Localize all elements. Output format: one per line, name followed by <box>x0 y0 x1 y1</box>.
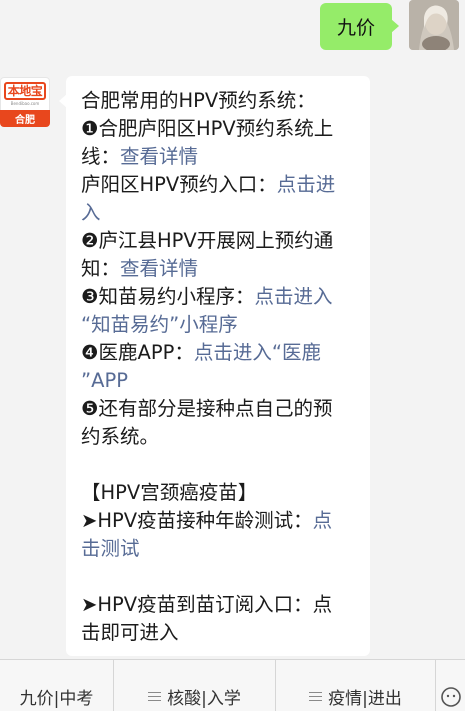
message-line: “知苗易约”小程序 <box>81 311 359 339</box>
message-line: ➤HPV疫苗到苗订阅入口：点 <box>81 591 359 619</box>
bot-message-bubble: 合肥常用的HPV预约系统： ❶合肥庐阳区HPV预约系统上 线：查看详情 庐阳区HPV预… <box>59 76 370 656</box>
message-text: ➤HPV疫苗到苗订阅入口：点 <box>81 593 333 616</box>
menu-item-hpv-exam[interactable]: 九价|中考 <box>0 660 114 711</box>
bot-avatar[interactable]: 本地宝 Bendibao.com 合肥 <box>0 77 50 127</box>
message-link[interactable]: 查看详情 <box>120 145 198 168</box>
message-link[interactable]: “知苗易约”小程序 <box>81 313 238 336</box>
message-text: 知： <box>81 257 121 280</box>
message-text: ❷庐江县HPV开展网上预约通 <box>81 229 334 252</box>
message-link[interactable]: ”APP <box>81 369 128 392</box>
message-line: 击即可进入 <box>81 619 359 647</box>
message-link[interactable]: 点击进入“医鹿 <box>194 341 321 364</box>
message-line: 线：查看详情 <box>81 143 359 171</box>
message-link[interactable]: 点击进入 <box>254 285 332 308</box>
logo-text: 本地宝 <box>3 81 47 100</box>
message-line: 入 <box>81 199 359 227</box>
menu-item-label: 核酸|入学 <box>167 689 241 709</box>
message-line: ❺还有部分是接种点自己的预 <box>81 395 359 423</box>
message-line: 【HPV宫颈癌疫苗】 <box>81 479 359 507</box>
message-text: ➤HPV疫苗接种年龄测试： <box>81 509 313 532</box>
message-text: 线： <box>81 145 121 168</box>
message-line: ➤HPV疫苗接种年龄测试：点 <box>81 507 359 535</box>
user-avatar[interactable] <box>409 0 459 50</box>
menu-item-epidemic-travel[interactable]: 疫情|进出 <box>276 660 436 711</box>
user-message-bubble: 九价 <box>320 3 399 50</box>
message-text: ❸知苗易约小程序： <box>81 285 255 308</box>
message-link[interactable]: 点 <box>313 509 333 532</box>
message-line: ”APP <box>81 367 359 395</box>
city-label: 合肥 <box>0 110 50 127</box>
user-message-text: 九价 <box>336 17 375 39</box>
menu-list-icon <box>309 691 323 702</box>
menu-more-button[interactable] <box>436 660 465 711</box>
message-link[interactable]: 入 <box>81 201 101 224</box>
message-text: ❶合肥庐阳区HPV预约系统上 <box>81 117 334 140</box>
logo-url: Bendibao.com <box>10 100 40 106</box>
message-line: 庐阳区HPV预约入口：点击进 <box>81 171 359 199</box>
message-line: ❷庐江县HPV开展网上预约通 <box>81 227 359 255</box>
message-line: 合肥常用的HPV预约系统： <box>81 87 359 115</box>
message-line: ❶合肥庐阳区HPV预约系统上 <box>81 115 359 143</box>
message-link[interactable]: 击测试 <box>81 537 140 560</box>
menu-item-label: 疫情|进出 <box>328 689 402 709</box>
bendibao-logo: 本地宝 Bendibao.com <box>0 77 50 110</box>
keyboard-icon <box>441 686 461 707</box>
user-avatar-image <box>409 0 459 50</box>
message-line: 知：查看详情 <box>81 255 359 283</box>
message-line: 约系统。 <box>81 423 359 451</box>
message-line <box>81 451 359 479</box>
message-line: ❸知苗易约小程序：点击进入 <box>81 283 359 311</box>
bot-message-text: 合肥常用的HPV预约系统： ❶合肥庐阳区HPV预约系统上 线：查看详情 庐阳区HPV预… <box>81 87 359 647</box>
message-text: 合肥常用的HPV预约系统： <box>81 89 316 112</box>
message-text: ❺还有部分是接种点自己的预 <box>81 397 333 420</box>
message-line: ❹医鹿APP：点击进入“医鹿 <box>81 339 359 367</box>
message-link[interactable]: 点击进 <box>277 173 336 196</box>
menu-list-icon <box>148 691 162 702</box>
message-text: 约系统。 <box>81 425 160 448</box>
message-text: 【HPV宫颈癌疫苗】 <box>81 481 258 504</box>
message-text: 庐阳区HPV预约入口： <box>81 173 277 196</box>
message-link[interactable]: 查看详情 <box>120 257 198 280</box>
menu-item-label: 九价|中考 <box>19 689 94 709</box>
message-line: 击测试 <box>81 535 359 563</box>
message-line <box>81 563 359 591</box>
message-text: 击即可进入 <box>81 621 179 644</box>
menu-item-nucleic-school[interactable]: 核酸|入学 <box>114 660 276 711</box>
bottom-menu-bar: 九价|中考 核酸|入学 疫情|进出 <box>0 659 465 711</box>
message-text: ❹医鹿APP： <box>81 341 194 364</box>
